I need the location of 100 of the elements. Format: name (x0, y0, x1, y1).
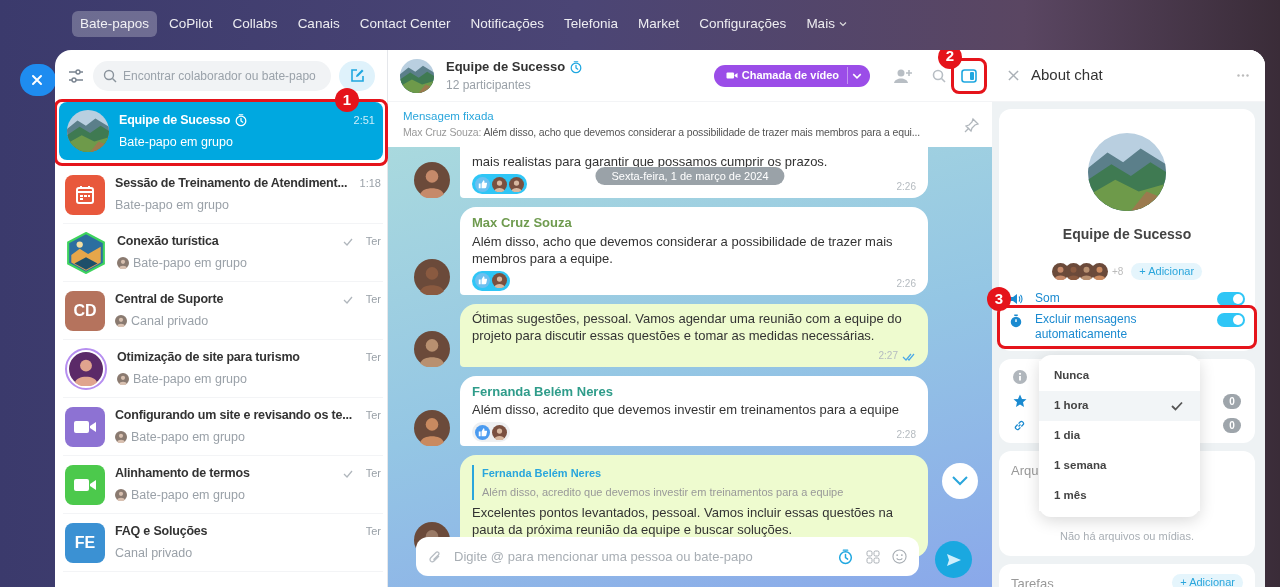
nav-tab[interactable]: Collabs (224, 11, 286, 37)
like-icon (475, 424, 490, 440)
setting-label: Som (1035, 291, 1061, 306)
more-icon (1237, 74, 1249, 77)
nav-tab[interactable]: Bate-papos (72, 11, 158, 37)
message-text: Além disso, acredito que devemos investir em treinamentos para a equipe (472, 401, 901, 418)
chat-subtitle: Bate-papo em grupo (131, 429, 245, 446)
message-text: Excelentes pontos levantados, pessoal. Vamos incluir essas questões na pauta da próxima reunião da equipe e buscar soluções. (472, 504, 895, 538)
chat-subtitle: Bate-papo em grupo (131, 487, 245, 504)
count-badge: 0 (1223, 417, 1241, 433)
info-icon (1013, 370, 1027, 384)
reaction-pill[interactable] (472, 270, 510, 291)
reaction-pill[interactable] (472, 422, 510, 442)
menu-item[interactable]: 1 dia (1039, 421, 1200, 451)
search-icon (103, 69, 117, 83)
message-author: Max Cruz Souza (472, 214, 573, 232)
nav-tab[interactable]: Mais (798, 11, 855, 37)
toggle-switch[interactable] (1217, 292, 1245, 306)
nav-tab[interactable]: Contact Center (351, 11, 459, 37)
avatar (414, 258, 450, 295)
chat-list-item[interactable]: CD Central de Suporte Ter Canal privado (63, 282, 383, 340)
chat-time: Ter (364, 234, 381, 250)
timer-icon (837, 548, 854, 565)
reaction-pill[interactable] (472, 174, 527, 194)
like-icon (475, 176, 490, 192)
avatar (492, 424, 507, 440)
video-camera-icon (73, 418, 97, 435)
quote-author: Fernanda Belém Neres (482, 466, 603, 481)
calendar-icon (74, 183, 96, 206)
avatar (492, 176, 507, 192)
nav-tab[interactable]: Telefonia (556, 11, 627, 37)
chat-subtitle: Bate-papo em grupo (115, 197, 229, 214)
chat-subtitle: Bate-papo em grupo (133, 255, 247, 272)
chat-subtitle: Canal privado (115, 545, 193, 562)
close-button[interactable] (20, 64, 56, 96)
chat-title: Central de Suporte (115, 291, 224, 309)
step-marker: 1 (335, 88, 359, 112)
message-time: 2:28 (896, 428, 916, 442)
chat-list-item[interactable]: Conexão turística Ter Bate-papo em grupo (63, 224, 383, 282)
speaker-icon (1009, 293, 1023, 305)
video-camera-icon (725, 71, 738, 80)
group-name: Equipe de Sucesso (1062, 225, 1192, 244)
step-marker: 3 (987, 287, 1011, 311)
setting-label: Excluir mensagens automaticamente (1035, 312, 1138, 342)
compose-button[interactable] (339, 61, 375, 91)
chat-time: Ter (364, 350, 381, 366)
filter-icon (67, 67, 85, 85)
message-author: Fernanda Belém Neres (472, 382, 614, 401)
message-text: mais realistas para garantir que possamos cumprir os prazos. (472, 153, 829, 170)
avatar (414, 330, 450, 367)
chat-title: Alinhamento de termos (115, 465, 250, 483)
chat-time: 2:51 (352, 112, 375, 128)
star-icon (1013, 394, 1027, 408)
chat-list-item[interactable]: Sessão de Treinamento de Atendiment... 1:18 Bate-papo em grupo (63, 166, 383, 224)
link-icon (1013, 418, 1026, 432)
nav-tab[interactable]: Notificações (462, 11, 552, 37)
scroll-down-button[interactable] (942, 463, 978, 499)
chat-subtitle: Bate-papo em grupo (119, 133, 233, 151)
message-time: 2:26 (896, 276, 916, 291)
nav-tab[interactable]: Market (630, 11, 688, 37)
message-time: 2:26 (896, 180, 916, 194)
count-badge: 0 (1223, 393, 1241, 409)
avatar (414, 162, 450, 198)
menu-item[interactable]: 1 semana (1039, 451, 1200, 481)
close-icon (1008, 70, 1019, 81)
member-count: +8 (1111, 265, 1124, 279)
chat-time: Ter (364, 466, 381, 482)
menu-item[interactable]: 1 mês (1039, 481, 1200, 511)
search-field[interactable]: Encontrar colaborador ou bate-papo (93, 61, 331, 91)
nav-tab[interactable]: Configurações (691, 11, 795, 37)
menu-item[interactable]: 1 hora (1039, 391, 1200, 421)
nav-tab[interactable]: Canais (289, 11, 348, 37)
message-input[interactable]: Digite @ para mencionar uma pessoa ou bate-papo (416, 537, 919, 576)
sidebar-icon (961, 68, 977, 83)
chat-list-item[interactable]: Alinhamento de termos Ter Bate-papo em grupo (63, 456, 383, 514)
close-icon (31, 74, 43, 86)
video-call-button[interactable]: Chamada de vídeo (713, 64, 870, 87)
chat-time: Ter (364, 408, 381, 424)
chat-title: Otimização de site para turismo (117, 349, 300, 367)
chat-list-item[interactable]: Otimização de site para turismo Ter Bate-papo em grupo (63, 340, 383, 398)
chat-subtitle: Canal privado (131, 313, 209, 330)
empty-message: Não há arquivos ou mídias. (1060, 528, 1194, 544)
chevron-down-icon (838, 20, 847, 28)
avatar (414, 410, 450, 446)
stopwatch-icon (1009, 314, 1023, 328)
message-time: 2:27 (878, 348, 898, 363)
video-camera-icon (73, 476, 97, 493)
toggle-switch[interactable] (1217, 313, 1245, 327)
avatar (1090, 263, 1108, 280)
message-text: Além disso, acho que devemos considerar a possibilidade de trazer mais membros para a equipe. (472, 232, 894, 267)
chat-title: Equipe de Sucesso (446, 57, 566, 76)
chat-list-item[interactable]: FE FAQ e Soluções Ter Canal privado (63, 514, 383, 572)
pinned-label: Mensagem fixada (403, 109, 495, 124)
chat-title: Equipe de Sucesso (119, 111, 231, 129)
quote-text: Além disso, acredito que devemos investir em treinamentos para a equipe (482, 484, 845, 500)
menu-item[interactable]: Nunca (1039, 361, 1200, 391)
nav-tab[interactable]: CoPilot (161, 11, 221, 37)
chevron-down-icon (952, 476, 968, 486)
chat-avatar: FE (65, 522, 105, 563)
chat-list-item[interactable]: Configurando um site e revisando os te... Ter Bate-papo em grupo (63, 398, 383, 456)
